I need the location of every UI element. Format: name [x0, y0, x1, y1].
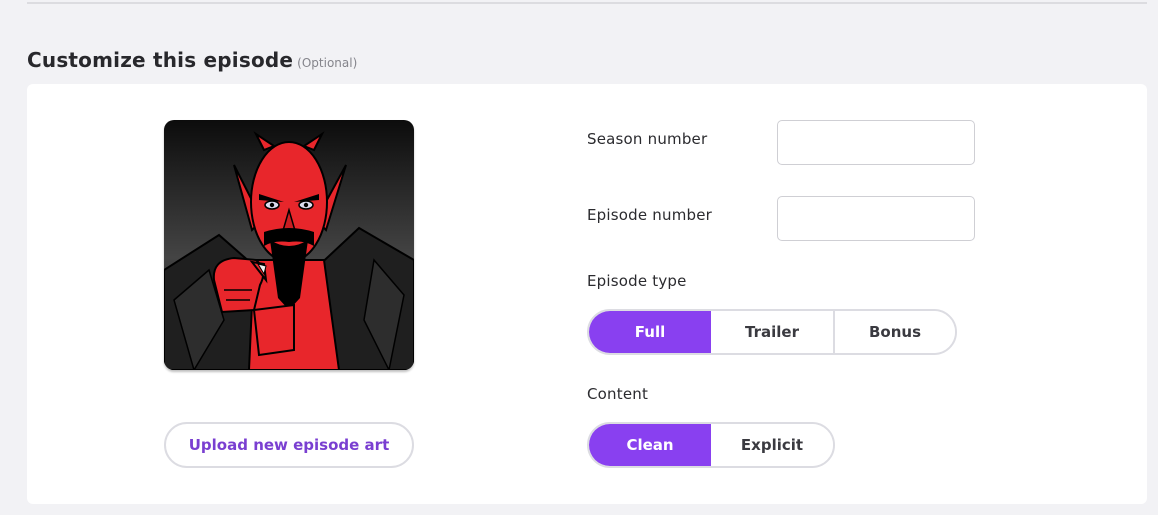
episode-art-image: [164, 120, 414, 370]
episode-type-selector: Full Trailer Bonus: [587, 309, 957, 355]
episode-number-input[interactable]: [777, 196, 975, 241]
content-explicit-button[interactable]: Explicit: [711, 424, 833, 466]
episode-type-full-button[interactable]: Full: [589, 311, 711, 353]
optional-label: (Optional): [297, 56, 358, 70]
top-divider: [27, 2, 1147, 4]
content-label: Content: [587, 385, 649, 403]
upload-episode-art-button[interactable]: Upload new episode art: [164, 422, 414, 468]
section-title: Customize this episode (Optional): [27, 48, 357, 72]
section-title-text: Customize this episode: [27, 48, 294, 72]
episode-type-bonus-button[interactable]: Bonus: [833, 311, 955, 353]
content-rating-selector: Clean Explicit: [587, 422, 835, 468]
devil-illustration-icon: [164, 120, 414, 370]
upload-episode-art-label: Upload new episode art: [188, 436, 390, 454]
season-number-label: Season number: [587, 130, 708, 148]
customize-episode-card: Upload new episode art Season number Epi…: [27, 84, 1147, 504]
content-clean-button[interactable]: Clean: [589, 424, 711, 466]
season-number-input[interactable]: [777, 120, 975, 165]
episode-number-label: Episode number: [587, 206, 713, 224]
episode-type-trailer-button[interactable]: Trailer: [711, 311, 833, 353]
episode-type-label: Episode type: [587, 272, 687, 290]
